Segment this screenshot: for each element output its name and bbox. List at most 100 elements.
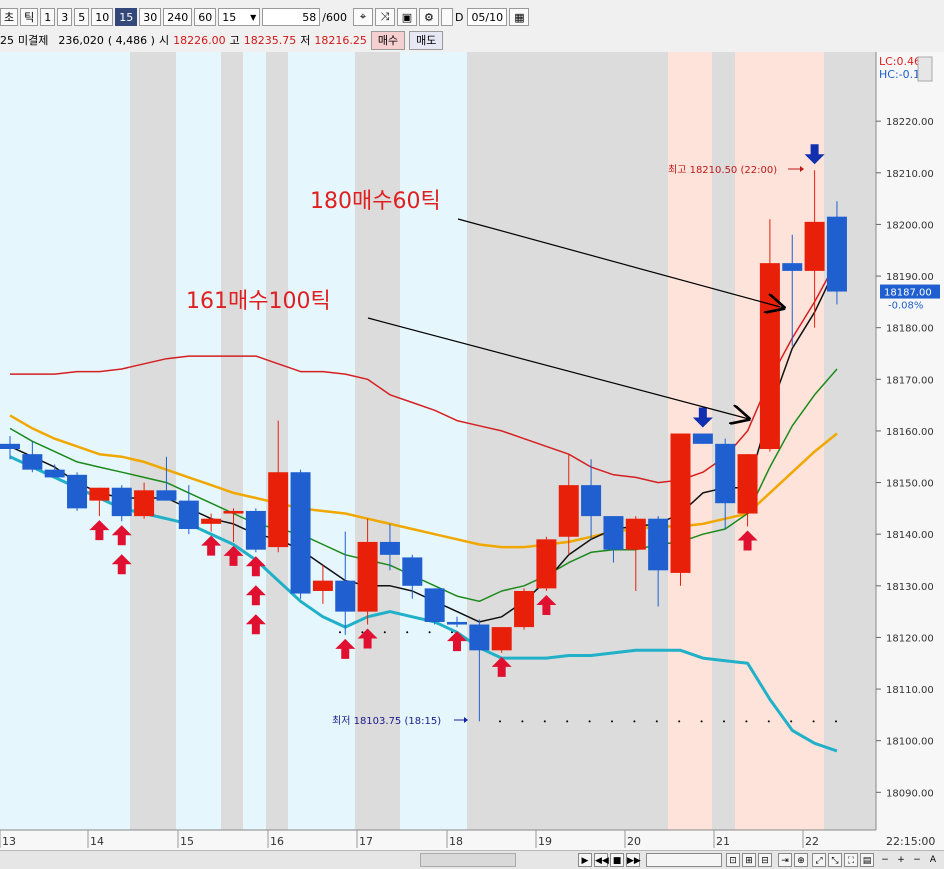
period-button-30[interactable]: 30 [139,8,162,26]
link-icon[interactable]: ⤨ [374,8,395,26]
annotation-180-buy: 180매수60틱 [310,189,441,214]
shrink-icon[interactable]: − [878,853,892,867]
mid-line-dot [406,631,409,634]
low-line-dot [499,720,501,723]
candle-body [603,516,624,550]
toolbar-row-1: 초 틱 1 3 5 10 15 30 240 60 15 ▼ 58 /600 ⌖ ⤨ ▣ ⚙ D… [0,7,531,27]
oi-change-value: ( 4,486 ) [107,33,155,47]
add-icon[interactable]: + [894,853,908,867]
candle-body [134,490,155,517]
price-chart[interactable]: 180매수60틱 161매수100틱 최고 18210.50 (22:00) 최저 1… [0,52,944,850]
count-input[interactable]: 58 [262,8,321,26]
stop-icon[interactable]: ■ [610,853,624,867]
font-icon[interactable]: A [926,853,940,867]
save-icon[interactable]: ▣ [396,8,417,26]
price-tick-label: 18120.00 [886,633,934,644]
scroll-thumb[interactable] [420,853,516,867]
price-tick-label: 18190.00 [886,272,934,283]
session-band-6 [288,52,355,830]
candle [670,433,691,586]
zoom-fit-icon[interactable]: ⊡ [726,853,740,867]
period-button-5[interactable]: 5 [74,8,90,26]
image-icon[interactable]: ▤ [860,853,874,867]
count-max-label: /600 [322,10,347,24]
contract-icon[interactable]: ⤡ [828,853,842,867]
candle-body [514,590,535,628]
candle-body [826,216,847,292]
time-tick-label: 21 [716,835,730,848]
candle-body [581,485,602,517]
time-tick-label: 15 [180,835,194,848]
candle-body [737,454,758,514]
date-input[interactable]: 05/10 [467,8,508,26]
candle-body [469,624,490,651]
time-tick-label: 13 [2,835,16,848]
time-tick-label: 14 [90,835,104,848]
candle-body [312,580,333,591]
session-band-4 [243,52,266,830]
period-buttons: 1 3 5 10 15 30 240 60 [40,8,218,26]
compress-icon[interactable]: ⇥ [778,853,792,867]
candle-body [22,454,43,470]
fast-forward-icon[interactable]: ▶▶ [626,853,641,867]
candle-body [692,433,713,444]
d-checkbox[interactable] [440,8,453,26]
buy-button[interactable]: 매수 [370,30,406,50]
price-tick-label: 18210.00 [886,169,934,180]
speed-slider[interactable] [646,853,722,867]
interval-select[interactable]: 15 ▼ [218,8,261,26]
period-button-240[interactable]: 240 [163,8,193,26]
candle-body [245,510,266,550]
tick-type-tick-button[interactable]: 틱 [20,8,39,26]
time-axis: 13 14 15 16 17 18 19 20 21 22 22:15:00 [0,829,944,850]
period-button-60[interactable]: 60 [194,8,217,26]
period-button-1[interactable]: 1 [40,8,56,26]
period-button-15[interactable]: 15 [115,8,138,26]
candle [111,485,132,522]
sell-button[interactable]: 매도 [409,30,444,50]
period-button-10[interactable]: 10 [91,8,114,26]
price-tick-label: 18160.00 [886,427,934,438]
candle-body [759,263,780,450]
open-label: 시 [158,34,170,47]
crosshair-icon[interactable]: ⌖ [352,8,373,26]
candle-body [89,487,110,501]
low-line-dot [655,720,658,723]
low-line-dot [566,720,569,723]
play-icon[interactable]: ▶ [578,853,592,867]
candle [424,588,445,625]
candle-body [804,221,825,271]
session-band-13 [824,52,876,830]
candle-body [178,500,199,530]
current-price-label: 18187.00 [884,288,932,299]
candle-body [670,433,691,573]
calendar-icon[interactable]: ▦ [509,8,530,26]
zoom-out-icon[interactable]: − [910,853,924,867]
candle [67,472,88,511]
low-line-dot [700,720,703,723]
period-button-3[interactable]: 3 [57,8,73,26]
candle [290,469,311,599]
candle-body [491,627,512,651]
candle-body [223,510,244,514]
expand-icon[interactable]: ⤢ [812,853,826,867]
price-tick-label: 18130.00 [886,582,934,593]
candle-body [44,469,65,478]
time-tick-label: 17 [359,835,373,848]
low-line-dot [790,720,793,723]
zoom-window-icon[interactable]: ⊞ [742,853,756,867]
mid-line-dot [383,631,386,634]
gear-icon[interactable]: ⚙ [418,8,439,26]
fullscreen-icon[interactable]: ⛶ [844,853,858,867]
tools-icon[interactable]: ⊕ [794,853,808,867]
low-value: 18216.25 [314,33,367,47]
chart-toolbar: 초 틱 1 3 5 10 15 30 240 60 15 ▼ 58 /600 ⌖ ⤨ ▣ ⚙ D… [0,0,944,53]
tick-type-sec-button[interactable]: 초 [0,8,19,26]
rewind-icon[interactable]: ◀◀ [594,853,609,867]
time-axis-background [0,830,944,850]
zoom-box-icon[interactable]: ⊟ [758,853,772,867]
time-tick-label: 22 [805,835,819,848]
lc-label: LC:0.46 [879,55,921,68]
price-tick-label: 18200.00 [886,220,934,231]
candle-body [156,490,177,501]
